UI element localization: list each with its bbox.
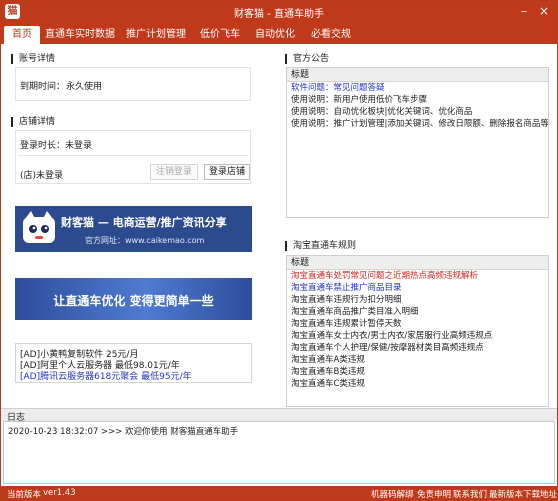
caikemao-banner[interactable]: 财客猫 — 电商运营/推广资讯分享 官方网址：www.caikemao.com [15,206,252,252]
announcements-header: 标题 [287,68,548,82]
account-panel: 到期时间： 永久使用 [15,67,251,101]
close-button[interactable]: × [536,3,552,19]
expire-value: 永久使用 [66,82,103,92]
version-label: 当前版本 [7,490,42,500]
version-value: ver1.43 [43,488,76,498]
rules-table: 标题 淘宝直通车处罚常见问题之近期热点高频违规解析 淘宝直通车禁止推广商品目录 … [286,255,549,407]
login-duration-label: 登录时长：未登录 [20,141,93,151]
rule-row[interactable]: 淘宝直通车A类违规 [287,354,548,366]
store-status: (店)未登录 [20,171,64,181]
rule-row[interactable]: 淘宝直通车违规累计暂停天数 [287,318,548,330]
contact-link[interactable]: 联系我们 [453,488,487,500]
main-tabs: 首页 直通车实时数据 推广计划管理 低价飞车 自动优化 必看交规 [1,23,557,44]
title-bar: 猫 财客猫 - 直通车助手 – × [1,1,557,23]
log-line: 2020-10-23 18:32:07 >>> 欢迎你使用 财客猫直通车助手 [8,427,239,437]
expire-label: 到期时间： [20,82,66,92]
promo-banner[interactable]: 让直通车优化 变得更简单一些 [15,278,252,320]
promo-banner-text: 让直通车优化 变得更简单一些 [53,294,214,308]
disclaimer-link[interactable]: 免责申明 [417,488,451,500]
tab-auto-optimize[interactable]: 自动优化 [251,26,299,44]
rule-row[interactable]: 淘宝直通车处罚常见问题之近期热点高频违规解析 [287,270,548,282]
cat-logo-icon [23,211,55,243]
announcement-row[interactable]: 使用说明：推广计划管理|添加关键词、修改日限额、删除报名商品等 [287,118,548,130]
tab-rules[interactable]: 必看交规 [305,26,357,44]
announcement-row[interactable]: 使用说明：自动优化板块|优化关键词、优化商品 [287,106,548,118]
tab-low-price[interactable]: 低价飞车 [195,26,245,44]
rule-row[interactable]: 淘宝直通车商品推广类目准入明细 [287,306,548,318]
minimize-button[interactable]: – [516,3,532,19]
tab-campaign-management[interactable]: 推广计划管理 [121,26,191,44]
announcement-row[interactable]: 软件问题：常见问题答疑 [287,82,548,94]
store-divider [18,155,248,156]
tab-realtime-data[interactable]: 直通车实时数据 [43,26,117,44]
rules-header: 标题 [287,256,548,270]
store-section-title: 店铺详情 [11,117,55,127]
rule-row[interactable]: 淘宝直通车C类违规 [287,378,548,390]
app-window: 猫 财客猫 - 直通车助手 – × 首页 直通车实时数据 推广计划管理 低价飞车… [0,0,558,501]
log-header: 日志 [1,408,557,423]
rules-section-title: 淘宝直通车规则 [285,241,356,251]
store-panel: 登录时长：未登录 (店)未登录 注销登录 登录店铺 [15,130,251,184]
rule-row[interactable]: 淘宝直通车B类违规 [287,366,548,378]
announcements-section-title: 官方公告 [285,54,329,64]
banner-url-text: 官方网址：www.caikemao.com [85,236,205,245]
window-title: 财客猫 - 直通车助手 [234,9,324,20]
rule-row[interactable]: 淘宝直通车禁止推广商品目录 [287,282,548,294]
rule-row[interactable]: 淘宝直通车个人护理/保健/按摩器材类目高频违规点 [287,342,548,354]
unbind-machine-link[interactable]: 机器码解绑 [371,488,414,500]
tab-home[interactable]: 首页 [4,26,40,44]
ads-panel: [AD]小黄鸭复制软件 25元/月 [AD]阿里个人云服务器 最低98.01元/… [15,343,252,383]
ad-link[interactable]: [AD]腾讯云服务器618元聚会 最低95元/年 [20,369,192,382]
log-panel[interactable]: 2020-10-23 18:32:07 >>> 欢迎你使用 财客猫直通车助手 [3,421,555,484]
login-store-button[interactable]: 登录店铺 [204,164,250,180]
logout-button[interactable]: 注销登录 [150,164,198,180]
announcement-row[interactable]: 使用说明：新用户使用低价飞车步骤 [287,94,548,106]
download-link[interactable]: 最新版本下载地址 [489,488,557,500]
rule-row[interactable]: 淘宝直通车违规行为扣分明细 [287,294,548,306]
status-bar: 当前版本 ver1.43 机器码解绑 免责申明 联系我们 最新版本下载地址 [1,486,557,500]
announcements-table: 标题 软件问题：常见问题答疑 使用说明：新用户使用低价飞车步骤 使用说明：自动优… [286,67,549,218]
account-section-title: 账号详情 [11,54,55,64]
banner-brand-text: 财客猫 — 电商运营/推广资讯分享 [61,216,227,229]
rule-row[interactable]: 淘宝直通车女士内衣/男士内衣/家居服行业高频违规点 [287,330,548,342]
